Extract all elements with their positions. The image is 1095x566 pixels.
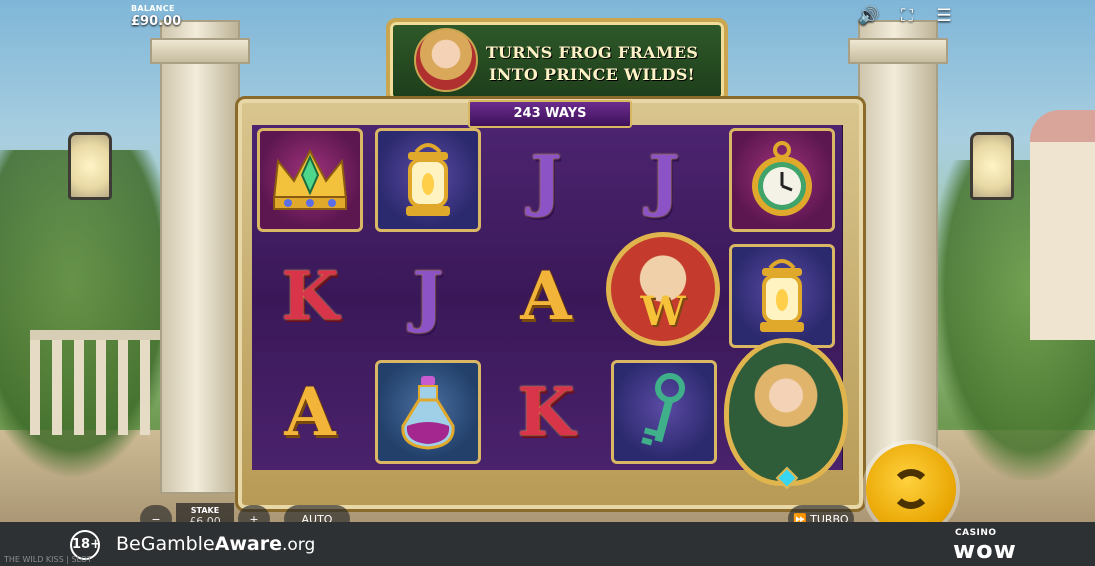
crown-icon	[272, 148, 348, 210]
wild-letter: W	[640, 288, 686, 335]
lantern-right-icon	[970, 132, 1014, 200]
pillar-left	[160, 20, 240, 494]
lantern-symbol-icon	[375, 128, 481, 232]
crown-symbol-icon	[257, 128, 363, 232]
aware-org: .org	[281, 535, 316, 555]
aware-aware: Aware	[214, 533, 282, 555]
symbol-letter: A	[284, 373, 336, 451]
stake-label: STAKE	[190, 506, 220, 515]
symbol-k: K	[493, 360, 599, 464]
key-symbol-icon	[611, 360, 717, 464]
balance-label: BALANCE	[131, 4, 175, 13]
symbol-j: J	[611, 128, 717, 232]
game-name: THE WILD KISS | SLOT	[4, 555, 92, 564]
banner-line-2: INTO PRINCE WILDS!	[488, 65, 696, 84]
speaker-icon[interactable]: 🔊	[858, 6, 879, 26]
symbol-a: A	[493, 244, 599, 348]
potion-icon	[401, 376, 455, 450]
pillar-left-cap	[150, 38, 250, 64]
pocket-watch-icon	[752, 141, 812, 216]
symbol-k: K	[257, 244, 363, 348]
lantern-icon	[406, 143, 450, 216]
symbol-letter: K	[281, 257, 339, 335]
stone-balustrade	[30, 330, 160, 435]
symbol-j: J	[375, 244, 481, 348]
prince-portrait-icon: W	[606, 232, 720, 346]
lantern-left-icon	[68, 132, 112, 200]
banner-line-1: TURNS FROG FRAMES	[485, 43, 699, 62]
symbol-j: J	[493, 128, 599, 232]
symbol-letter: J	[648, 141, 680, 219]
gazebo	[1030, 110, 1095, 340]
banner-text: TURNS FROG FRAMES INTO PRINCE WILDS!	[482, 42, 702, 86]
symbol-letter: K	[517, 373, 575, 451]
spin-arrows-icon	[891, 469, 931, 509]
begambleaware-logo[interactable]: BeGambleAware.org	[116, 533, 315, 555]
key-icon	[641, 373, 685, 446]
casino-wow-logo[interactable]: wow	[953, 536, 1017, 564]
hamburger-menu-icon[interactable]: ☰	[934, 6, 954, 26]
lantern-icon	[760, 259, 804, 332]
fullscreen-icon[interactable]: ⛶	[897, 6, 917, 26]
spin-button[interactable]	[866, 444, 956, 534]
balance-value: £90.00	[131, 14, 182, 29]
symbol-letter: A	[520, 257, 572, 335]
symbol-letter: J	[412, 257, 444, 335]
pillar-right-cap	[848, 38, 948, 64]
symbol-a: A	[257, 360, 363, 464]
pillar-right	[858, 20, 938, 494]
aware-be: BeGamble	[116, 533, 215, 555]
princess-symbol-icon	[724, 338, 848, 486]
ways-label: 243 WAYS	[468, 100, 632, 128]
lantern-symbol-icon	[729, 244, 835, 348]
potion-symbol-icon	[375, 360, 481, 464]
prince-wild-symbol: W	[606, 232, 720, 346]
pocket-watch-symbol-icon	[729, 128, 835, 232]
symbol-letter: J	[530, 141, 562, 219]
princess-portrait-icon	[414, 28, 478, 92]
